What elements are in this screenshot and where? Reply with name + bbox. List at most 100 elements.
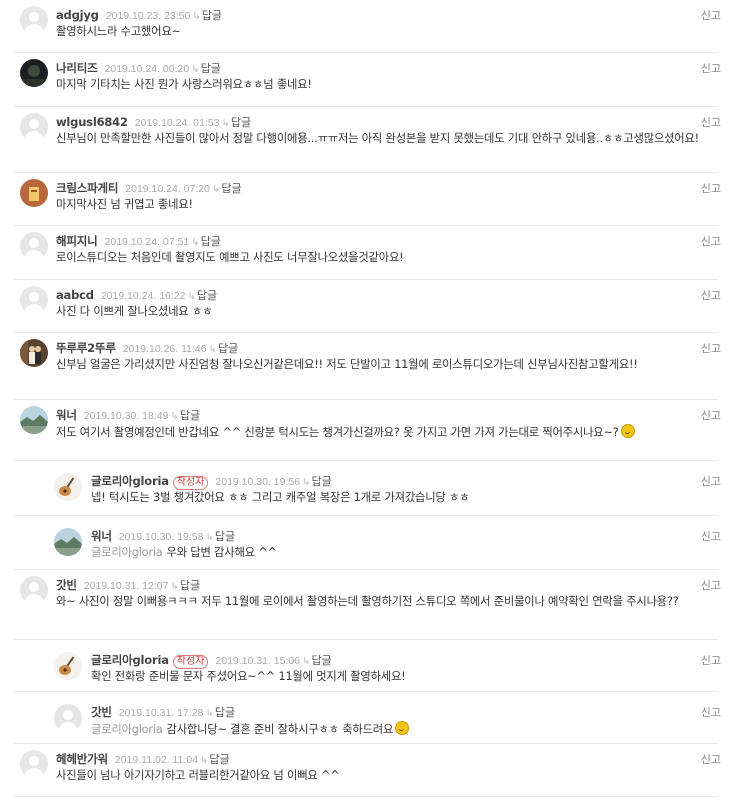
reply-comment: 글로리아gloria작성자 2019.10.31. 15:06답글 신고확인 전화랑… [14,640,721,692]
reply-button[interactable]: 답글 [205,530,235,543]
mention-link[interactable]: 글로리아gloria [91,723,163,736]
comment-author[interactable]: 해피지니 [56,234,98,248]
report-button[interactable]: 신고 [701,340,721,356]
comment: adgjyg 2019.10.23. 23:50답글 신고촬영하시느라 수고했어요~ [14,0,721,53]
report-button[interactable]: 신고 [701,704,721,720]
report-button[interactable]: 신고 [701,180,721,196]
reply-button[interactable]: 답글 [170,579,200,592]
report-button[interactable]: 신고 [701,287,721,303]
comment-author[interactable]: 워너 [56,408,77,422]
reply-button[interactable]: 답글 [209,342,239,355]
comment-author[interactable]: 헤헤반가워 [56,752,108,766]
comment-date: 2019.10.24. 07:51 [104,236,190,248]
comment: aabcd 2019.10.24. 16:22답글 신고사진 다 이쁘게 잘나오셨네… [14,280,721,333]
comment-text: 저도 여기서 촬영예정인데 반갑네요 ^^ 신랑분 턱시도는 챙겨가신걸까요? … [56,426,619,439]
comment-text: 마지막사진 넘 귀엽고 좋네요! [56,198,193,211]
avatar[interactable] [20,406,48,434]
avatar[interactable] [54,528,82,556]
comment: 갓빈 2019.10.31. 12:07답글 신고와~ 사진이 정말 이뻐용ㅋㅋㅋ … [14,570,721,640]
report-button[interactable]: 신고 [701,528,721,544]
reply-button[interactable]: 답글 [200,753,230,766]
comment: wlgusl6842 2019.10.24. 01:53답글 신고신부님이 만족할만… [14,107,721,173]
avatar[interactable] [20,232,48,260]
comment-text-block: 글로리아gloria 우와 답변 감사해요 ^^ [91,545,718,560]
reply-button[interactable]: 답글 [170,409,200,422]
comment-author[interactable]: 갓빈 [91,705,112,719]
avatar[interactable] [20,59,48,87]
reply-comment: 갓빈 2019.10.31. 17:28답글 신고글로리아gloria감사합니당~ … [14,692,721,744]
comment-text: 마지막 기타치는 사진 뭔가 사랑스러워요ㅎㅎ넘 좋네요! [56,78,312,91]
comment-author[interactable]: wlgusl6842 [56,115,128,129]
comment: 해피지니 2019.10.24. 07:51답글 신고로이스튜디오는 처음인데 촬영… [14,226,721,280]
comment: 나리티즈 2019.10.24. 00:20답글 신고마지막 기타치는 사진 뭔가 … [14,53,721,107]
avatar[interactable] [20,113,48,141]
report-button[interactable]: 신고 [701,577,721,593]
comment-text: 신부님이 만족할만한 사진들이 많아서 정말 다행이에용...ㅠㅠ저는 아직 완… [56,132,699,145]
report-button[interactable]: 신고 [701,652,721,668]
comment-author[interactable]: 글로리아gloria [91,474,169,488]
comment-date: 2019.10.30. 18:49 [83,410,169,422]
comment-author[interactable]: 뚜루루2뚜루 [56,341,116,355]
reply-button[interactable]: 답글 [302,475,332,488]
comment-author[interactable]: adgjyg [56,8,99,22]
comment-text: 와~ 사진이 정말 이뻐용ㅋㅋㅋ 저두 11월에 로이에서 촬영하는데 촬영하기… [56,595,679,608]
reply-button[interactable]: 답글 [205,706,235,719]
comment-date: 2019.10.31. 12:07 [83,580,169,592]
mention-link[interactable]: 글로리아gloria [91,546,163,559]
smile-emoji-icon [395,721,410,735]
reply-button[interactable]: 답글 [212,182,242,195]
comment-text: 사진들이 넘나 아기자기하고 러블리한거같아요 넘 이뻐요 ^^ [56,769,340,782]
reply-button[interactable]: 답글 [191,62,221,75]
comment-date: 2019.10.24. 01:53 [134,117,220,129]
comment-date: 2019.10.30. 19:58 [118,531,204,543]
author-badge: 작성자 [172,655,209,669]
comment-text-block: 촬영하시느라 수고했어요~ [56,24,718,39]
avatar[interactable] [20,286,48,314]
comment-text-block: 와~ 사진이 정말 이뻐용ㅋㅋㅋ 저두 11월에 로이에서 촬영하는데 촬영하기… [56,594,718,609]
comment-text: 촬영하시느라 수고했어요~ [56,25,181,38]
reply-button[interactable]: 답글 [192,9,222,22]
comment-author[interactable]: 갓빈 [56,578,77,592]
comment: 뚜루루2뚜루 2019.10.26. 11:46답글 신고신부님 얼굴은 가리셨지만… [14,333,721,400]
report-button[interactable]: 신고 [701,233,721,249]
reply-button[interactable]: 답글 [221,116,251,129]
reply-comment: 글로리아gloria작성자 2019.10.30. 19:56답글 신고넵! 턱시도… [14,461,721,516]
comment-date: 2019.10.23. 23:50 [105,10,191,22]
avatar[interactable] [54,473,82,501]
comment-date: 2019.10.24. 07:20 [125,183,210,195]
report-button[interactable]: 신고 [701,60,721,76]
report-button[interactable]: 신고 [701,407,721,423]
avatar[interactable] [54,704,82,732]
comment-text-block: 저도 여기서 촬영예정인데 반갑네요 ^^ 신랑분 턱시도는 챙겨가신걸까요? … [56,424,718,440]
comment-text-block: 신부님 얼굴은 가리셨지만 사진엄청 잘나오신거같은데요!! 저도 단발이고 1… [56,357,718,372]
report-button[interactable]: 신고 [701,114,721,130]
avatar[interactable] [20,339,48,367]
reply-button[interactable]: 답글 [302,654,332,667]
comment-author[interactable]: 크림스파게티 [56,181,118,195]
comment-text-block: 확인 전화랑 준비물 문자 주셨어요~^^ 11월에 멋지게 촬영하세요! [91,669,718,684]
report-button[interactable]: 신고 [701,473,721,489]
comment-date: 2019.10.31. 15:06 [215,655,301,667]
report-button[interactable]: 신고 [701,751,721,767]
comment-date: 2019.11.02. 11:04 [114,754,199,766]
avatar[interactable] [20,6,48,34]
comment-author[interactable]: 나리티즈 [56,61,98,75]
comment-date: 2019.10.24. 16:22 [100,290,186,302]
comment-author[interactable]: aabcd [56,288,94,302]
comment-text-block: 넵! 턱시도는 3벌 챙겨갔어요 ㅎㅎ 그리고 캐주얼 복장은 1개로 가져갔습… [91,490,718,505]
comment-text: 넵! 턱시도는 3벌 챙겨갔어요 ㅎㅎ 그리고 캐주얼 복장은 1개로 가져갔습… [91,491,470,504]
avatar[interactable] [20,179,48,207]
comment-text-block: 신부님이 만족할만한 사진들이 많아서 정말 다행이에용...ㅠㅠ저는 아직 완… [56,131,718,146]
reply-button[interactable]: 답글 [187,289,217,302]
avatar[interactable] [54,652,82,680]
comment-author[interactable]: 워너 [91,529,112,543]
comment-text-block: 사진들이 넘나 아기자기하고 러블리한거같아요 넘 이뻐요 ^^ [56,768,718,783]
comment-date: 2019.10.31. 17:28 [118,707,204,719]
avatar[interactable] [20,750,48,778]
comment-text: 감사합니당~ 결혼 준비 잘하시구ㅎㅎ 축하드려요 [166,723,394,736]
comment-author[interactable]: 글로리아gloria [91,653,169,667]
report-button[interactable]: 신고 [701,7,721,23]
avatar[interactable] [20,576,48,604]
comment-text: 확인 전화랑 준비물 문자 주셨어요~^^ 11월에 멋지게 촬영하세요! [91,670,406,683]
reply-button[interactable]: 답글 [191,235,221,248]
